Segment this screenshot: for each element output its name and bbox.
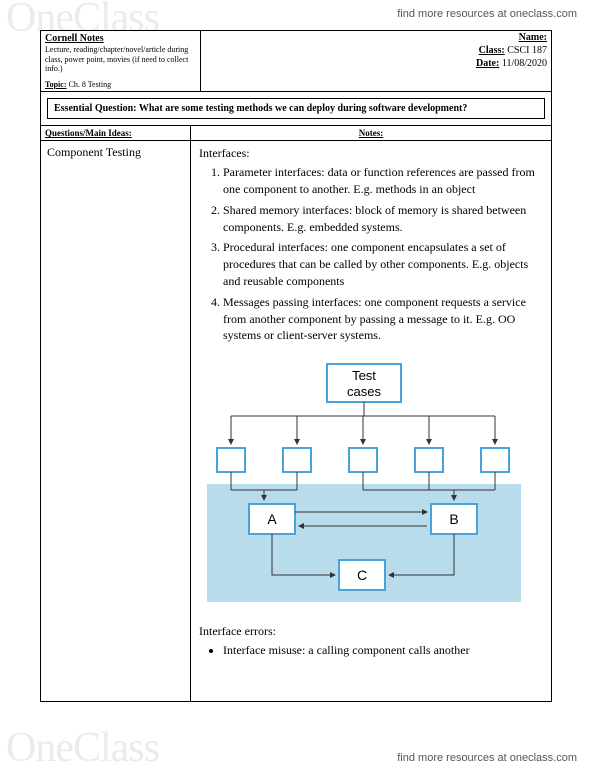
watermark-bottom: OneClass <box>6 724 159 772</box>
column-headers: Questions/Main Ideas: Notes: <box>41 125 551 141</box>
list-item: Shared memory interfaces: block of memor… <box>223 202 543 236</box>
errors-heading: Interface errors: <box>199 623 543 640</box>
interfaces-heading: Interfaces: <box>199 145 543 162</box>
class-label: Class: <box>479 45 505 56</box>
notes-column: Interfaces: Parameter interfaces: data o… <box>191 141 551 701</box>
cornell-title: Cornell Notes <box>45 33 196 45</box>
component-diagram: Test cases <box>199 360 529 610</box>
date-label: Date: <box>476 58 499 69</box>
svg-text:cases: cases <box>347 384 381 399</box>
notes-header: Notes: <box>191 126 551 140</box>
list-item: Interface misuse: a calling component ca… <box>223 642 543 659</box>
essential-question-box: Essential Question: What are some testin… <box>47 98 545 119</box>
cornell-subtitle: Lecture, reading/chapter/novel/article d… <box>45 45 196 74</box>
questions-header: Questions/Main Ideas: <box>41 126 191 140</box>
meta-right: Name: Class: CSCI 187 Date: 11/08/2020 <box>201 31 551 91</box>
list-item: Messages passing interfaces: one compone… <box>223 294 543 344</box>
header-resources-link[interactable]: find more resources at oneclass.com <box>397 8 577 20</box>
meta-row: Cornell Notes Lecture, reading/chapter/n… <box>41 31 551 92</box>
diagram-test-cases-label: Test <box>352 368 376 383</box>
interfaces-list: Parameter interfaces: data or function r… <box>223 164 543 344</box>
diagram-box-b: B <box>449 511 458 527</box>
topic-label: Topic: <box>45 80 67 89</box>
main-idea-text: Component Testing <box>47 145 141 159</box>
meta-left: Cornell Notes Lecture, reading/chapter/n… <box>41 31 201 91</box>
cornell-notes-page: Cornell Notes Lecture, reading/chapter/n… <box>40 30 552 702</box>
topic-value: Ch. 8 Testing <box>69 80 112 89</box>
diagram-box-a: A <box>267 511 277 527</box>
class-value: CSCI 187 <box>507 45 547 56</box>
errors-list: Interface misuse: a calling component ca… <box>223 642 543 659</box>
date-value: 11/08/2020 <box>502 58 547 69</box>
content-row: Component Testing Interfaces: Parameter … <box>41 141 551 701</box>
footer-resources-link[interactable]: find more resources at oneclass.com <box>397 752 577 764</box>
list-item: Parameter interfaces: data or function r… <box>223 164 543 198</box>
main-ideas-column: Component Testing <box>41 141 191 701</box>
name-label: Name: <box>519 32 547 43</box>
list-item: Procedural interfaces: one component enc… <box>223 239 543 289</box>
diagram-box-c: C <box>357 567 367 583</box>
